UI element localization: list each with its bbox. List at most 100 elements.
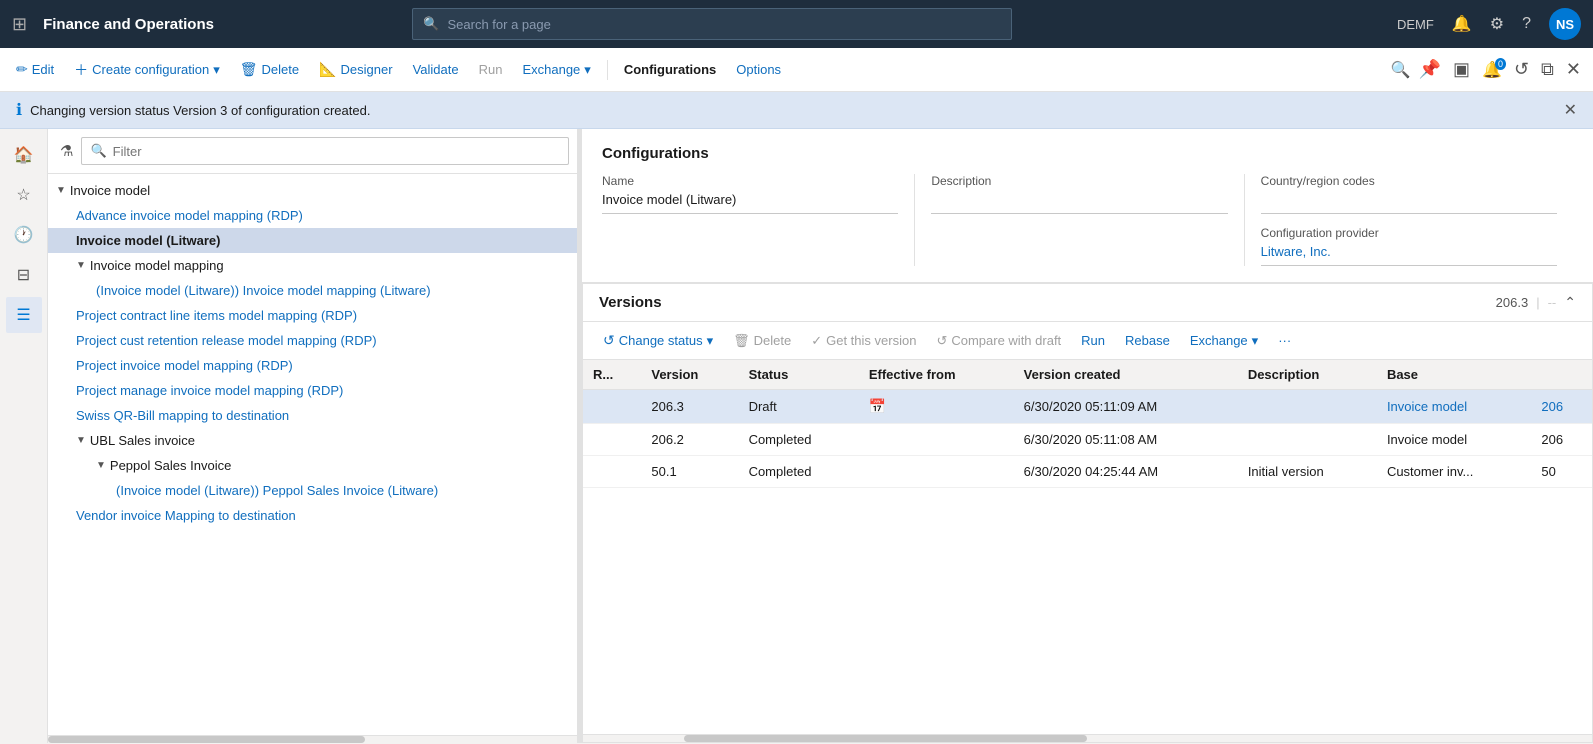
- compare-draft-button[interactable]: ↺ Compare with draft: [928, 329, 1069, 353]
- toolbar-search-icon[interactable]: 🔍: [1391, 60, 1411, 80]
- bell-icon[interactable]: 🔔: [1452, 14, 1472, 34]
- search-bar[interactable]: 🔍 Search for a page: [412, 8, 1012, 40]
- tree-item-project-cust[interactable]: Project cust retention release model map…: [48, 328, 577, 353]
- rebase-button[interactable]: Rebase: [1117, 329, 1178, 352]
- top-nav: ⊞ Finance and Operations 🔍 Search for a …: [0, 0, 1593, 48]
- favorites-icon-btn[interactable]: ☆: [6, 177, 42, 213]
- tree-item-project-contract[interactable]: Project contract line items model mappin…: [48, 303, 577, 328]
- cell-version-2: 206.2: [641, 424, 738, 456]
- validate-button[interactable]: Validate: [405, 58, 467, 81]
- description-value[interactable]: [931, 192, 1227, 214]
- nav-page-sep: --: [1548, 295, 1557, 310]
- refresh-icon-sm: ↺: [603, 332, 615, 349]
- tree-panel: ⚗ 🔍 ▼ Invoice model Advance invoice mode…: [48, 129, 578, 743]
- col-effective-from: Effective from: [859, 360, 1014, 390]
- sidebar-toggle-icon[interactable]: ▣: [1453, 59, 1470, 80]
- tree-scrollbar-thumb[interactable]: [48, 736, 365, 743]
- search-icon: 🔍: [423, 16, 439, 32]
- side-icons: 🏠 ☆ 🕐 ⊟ ☰: [0, 129, 48, 743]
- home-icon-btn[interactable]: 🏠: [6, 137, 42, 173]
- close-page-icon[interactable]: ✕: [1566, 59, 1581, 80]
- tree-item-peppol-litware[interactable]: (Invoice model (Litware)) Peppol Sales I…: [48, 478, 577, 503]
- cell-status-2: Completed: [739, 424, 859, 456]
- create-config-button[interactable]: ＋ Create configuration ▾: [66, 56, 228, 84]
- banner-close-button[interactable]: ✕: [1564, 100, 1577, 120]
- search-placeholder: Search for a page: [447, 17, 550, 32]
- table-row[interactable]: 50.1 Completed 6/30/2020 04:25:44 AM Ini…: [583, 456, 1592, 488]
- edit-icon: ✏: [16, 61, 28, 78]
- tree-item-invoice-litware-mapping[interactable]: (Invoice model (Litware)) Invoice model …: [48, 278, 577, 303]
- provider-value[interactable]: Litware, Inc.: [1261, 244, 1557, 266]
- tree-item-invoice-model-mapping[interactable]: ▼ Invoice model mapping: [48, 253, 577, 278]
- main-toolbar: ✏ Edit ＋ Create configuration ▾ 🗑 Delete…: [0, 48, 1593, 92]
- tree-item-project-manage[interactable]: Project manage invoice model mapping (RD…: [48, 378, 577, 403]
- change-status-button[interactable]: ↺ Change status ▾: [595, 328, 721, 353]
- workspaces-icon-btn[interactable]: ⊟: [6, 257, 42, 293]
- versions-delete-button[interactable]: 🗑 Delete: [725, 329, 799, 353]
- cell-status-1: Draft: [739, 390, 859, 424]
- open-in-new-icon[interactable]: ⧉: [1541, 59, 1554, 80]
- versions-scrollbar-thumb[interactable]: [684, 735, 1088, 742]
- expand-icon-3: ▼: [76, 435, 86, 446]
- tree-item-invoice-model[interactable]: ▼ Invoice model: [48, 178, 577, 203]
- run-button[interactable]: Run: [471, 58, 511, 81]
- filter-icon[interactable]: ⚗: [56, 138, 77, 164]
- edit-button[interactable]: ✏ Edit: [8, 57, 62, 82]
- table-header-row: R... Version Status Effective from Versi…: [583, 360, 1592, 390]
- tree-scrollbar: [48, 735, 577, 743]
- exchange-button[interactable]: Exchange ▾: [514, 58, 598, 82]
- cell-base-num-1[interactable]: 206: [1531, 390, 1592, 424]
- right-icons: DEMF 🔔 ⚙ ? NS: [1397, 8, 1581, 40]
- help-icon[interactable]: ?: [1522, 15, 1531, 33]
- cell-base-num-2: 206: [1531, 424, 1592, 456]
- table-row[interactable]: 206.3 Draft 📅 6/30/2020 05:11:09 AM Invo…: [583, 390, 1592, 424]
- user-avatar[interactable]: NS: [1549, 8, 1581, 40]
- tree-item-swiss-qr[interactable]: Swiss QR-Bill mapping to destination: [48, 403, 577, 428]
- recent-icon-btn[interactable]: 🕐: [6, 217, 42, 253]
- grid-icon[interactable]: ⊞: [12, 14, 27, 35]
- versions-table: R... Version Status Effective from Versi…: [583, 360, 1592, 734]
- info-banner: ℹ Changing version status Version 3 of c…: [0, 92, 1593, 129]
- tree-item-project-invoice[interactable]: Project invoice model mapping (RDP): [48, 353, 577, 378]
- compare-icon: ↺: [936, 333, 947, 349]
- cell-desc-1: [1238, 390, 1377, 424]
- right-panel: Configurations Name Invoice model (Litwa…: [582, 129, 1593, 743]
- delete-button[interactable]: 🗑 Delete: [232, 57, 307, 82]
- tree-item-vendor-invoice[interactable]: Vendor invoice Mapping to destination: [48, 503, 577, 528]
- cell-base-2: Invoice model: [1377, 424, 1531, 456]
- tree-item-advance-invoice[interactable]: Advance invoice model mapping (RDP): [48, 203, 577, 228]
- refresh-icon[interactable]: ↺: [1514, 59, 1529, 80]
- more-button[interactable]: ···: [1270, 329, 1299, 352]
- settings-icon[interactable]: ⚙: [1490, 14, 1504, 34]
- col-base-num: [1531, 360, 1592, 390]
- modules-icon-btn[interactable]: ☰: [6, 297, 42, 333]
- tree-item-peppol-sales[interactable]: ▼ Peppol Sales Invoice: [48, 453, 577, 478]
- pin-icon[interactable]: 📌: [1419, 59, 1441, 80]
- notification-badge[interactable]: 🔔0: [1482, 60, 1502, 80]
- trash-icon: 🗑: [240, 61, 258, 78]
- versions-exchange-button[interactable]: Exchange ▾: [1182, 329, 1266, 353]
- nav-up-button[interactable]: ⌃: [1564, 294, 1576, 311]
- configurations-button[interactable]: Configurations: [616, 58, 724, 81]
- cell-version-3: 50.1: [641, 456, 738, 488]
- country-label: Country/region codes: [1261, 174, 1557, 188]
- versions-title: Versions: [599, 294, 1496, 311]
- filter-input-wrapper: 🔍: [81, 137, 569, 165]
- expand-icon-2: ▼: [76, 260, 86, 271]
- toolbar-sep-1: [607, 60, 608, 80]
- tree-item-ubl-sales[interactable]: ▼ UBL Sales invoice: [48, 428, 577, 453]
- calendar-icon[interactable]: 📅: [869, 398, 886, 414]
- country-value[interactable]: [1261, 192, 1557, 214]
- versions-run-button[interactable]: Run: [1073, 329, 1113, 352]
- table-row[interactable]: 206.2 Completed 6/30/2020 05:11:08 AM In…: [583, 424, 1592, 456]
- cell-desc-2: [1238, 424, 1377, 456]
- get-version-button[interactable]: ✓ Get this version: [803, 329, 924, 353]
- versions-section: Versions 206.3 | -- ⌃ ↺ Change status ▾ …: [582, 283, 1593, 743]
- tree-item-invoice-litware[interactable]: Invoice model (Litware): [48, 228, 577, 253]
- name-value[interactable]: Invoice model (Litware): [602, 192, 898, 214]
- cell-base-1[interactable]: Invoice model: [1377, 390, 1531, 424]
- filter-input[interactable]: [113, 144, 560, 159]
- cell-created-2: 6/30/2020 05:11:08 AM: [1014, 424, 1238, 456]
- designer-button[interactable]: 📐 Designer: [311, 57, 400, 82]
- options-button[interactable]: Options: [728, 58, 789, 81]
